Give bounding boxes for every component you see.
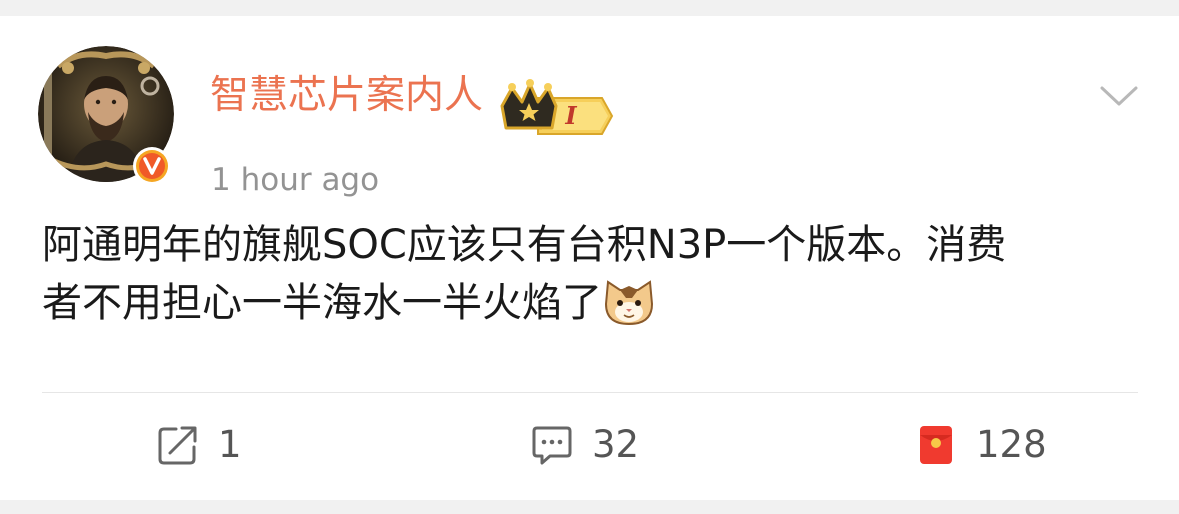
post-content: 阿通明年的旗舰SOC应该只有台积N3P一个版本。消费 者不用担心一半海水一半火焰… <box>42 216 1142 332</box>
comment-icon <box>532 426 572 465</box>
comment-button[interactable]: 32 <box>530 420 639 470</box>
like-count: 128 <box>976 423 1047 466</box>
post-content-line: 者不用担心一半海水一半火焰了 <box>42 274 1142 332</box>
post-timestamp: 1 hour ago <box>211 162 380 198</box>
red-envelope-like-icon <box>920 426 952 464</box>
post-content-line: 阿通明年的旗舰SOC应该只有台积N3P一个版本。消费 <box>42 222 1007 268</box>
author-avatar[interactable] <box>38 46 174 186</box>
post-content-text: 者不用担心一半海水一半火焰了 <box>42 280 602 326</box>
author-name[interactable]: 智慧芯片案内人 <box>210 72 483 120</box>
actions-divider <box>42 392 1138 393</box>
crown-level-badge-icon[interactable]: I <box>498 76 616 138</box>
repost-button[interactable]: 1 <box>156 420 242 470</box>
repost-count: 1 <box>218 423 242 466</box>
cat-emoji-icon <box>604 280 654 326</box>
like-button[interactable]: 128 <box>914 420 1047 470</box>
svg-text:I: I <box>564 101 577 130</box>
weibo-post-card: 智慧芯片案内人 I 1 hour ago 阿通明年的旗舰SOC应该只有台积N3P… <box>0 16 1179 500</box>
verified-badge-icon <box>133 147 171 185</box>
repost-icon <box>158 426 197 465</box>
chevron-down-icon[interactable] <box>1098 74 1140 116</box>
comment-count: 32 <box>592 423 640 466</box>
